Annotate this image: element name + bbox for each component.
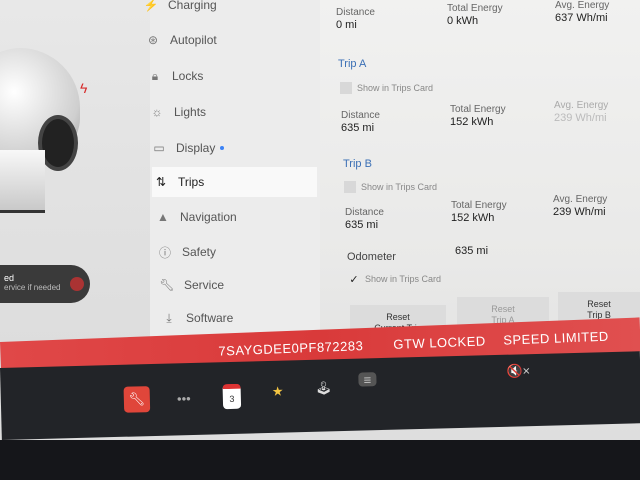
menu-item-trips[interactable]: ⇅ Trips bbox=[152, 167, 317, 197]
menu-item-safety[interactable]: ⓘ Safety bbox=[156, 237, 321, 267]
stat-value: 152 kWh bbox=[451, 212, 495, 224]
vin-text: 7SAYGDEE0PF872283 bbox=[218, 337, 364, 359]
menu-item-label: Display bbox=[176, 141, 216, 155]
trip-a-total-energy: Total Energy 152 kWh bbox=[450, 104, 506, 128]
taskbar: 🔧︎ ••• 3 ★ 🕹︎ ≡ 🔇× bbox=[0, 351, 640, 440]
trip-b-total-energy: Total Energy 152 kWh bbox=[451, 200, 507, 224]
trip-b-avg-energy: Avg. Energy 239 Wh/mi bbox=[553, 194, 607, 218]
trip-a-avg-energy: Avg. Energy 239 Wh/mi bbox=[554, 100, 608, 124]
trip-b-show-checkbox[interactable]: Show in Trips Card bbox=[344, 181, 437, 193]
menu-item-label: Trips bbox=[178, 175, 205, 189]
stat-value: 0 kWh bbox=[447, 15, 479, 27]
bezel bbox=[0, 440, 640, 480]
volume-mute-icon[interactable]: 🔇× bbox=[505, 358, 532, 385]
checkbox-label: Show in Trips Card bbox=[357, 83, 434, 93]
app-launcher-icon[interactable]: ≡ bbox=[358, 372, 377, 387]
menu-item-software[interactable]: ⤓ Software bbox=[160, 303, 325, 333]
stat-value: 239 Wh/mi bbox=[554, 112, 607, 124]
stat-label: Total Energy bbox=[450, 104, 506, 115]
stat-value: 635 mi bbox=[345, 219, 379, 231]
trip-b-title: Trip B bbox=[343, 158, 372, 170]
charge-bolt-icon: ϟ bbox=[80, 80, 88, 96]
menu-item-display[interactable]: ▭ Display bbox=[150, 133, 315, 163]
service-alert[interactable]: ed ervice if needed bbox=[0, 265, 90, 303]
menu-item-locks[interactable]: 🔒︎ Locks bbox=[146, 61, 311, 91]
menu-item-label: Navigation bbox=[180, 210, 237, 224]
checkbox-box[interactable] bbox=[340, 82, 352, 94]
toybox-icon[interactable]: ★ bbox=[264, 378, 291, 405]
stat-label: Avg. Energy bbox=[553, 194, 608, 205]
trip-a-show-checkbox[interactable]: Show in Trips Card bbox=[340, 82, 433, 94]
menu-item-label: Software bbox=[186, 311, 234, 325]
arcade-joystick-icon[interactable]: 🕹︎ bbox=[310, 375, 337, 402]
menu-item-label: Service bbox=[184, 278, 225, 292]
stat-value: 152 kWh bbox=[450, 116, 494, 128]
current-avg-energy: Avg. Energy 637 Wh/mi bbox=[555, 0, 609, 24]
bolt-icon: ⚡ bbox=[143, 0, 159, 12]
menu-item-label: Charging bbox=[168, 0, 217, 12]
menu-item-label: Lights bbox=[174, 105, 207, 119]
stat-label: Avg. Energy bbox=[554, 100, 609, 111]
checkbox-label: Show in Trips Card bbox=[365, 274, 442, 284]
menu-item-autopilot[interactable]: ⊛ Autopilot bbox=[144, 25, 309, 55]
stat-value: 635 mi bbox=[341, 122, 375, 134]
trip-b-distance: Distance 635 mi bbox=[345, 207, 384, 231]
trips-content: Distance 0 mi Total Energy 0 kWh Avg. En… bbox=[330, 0, 640, 341]
menu-item-service[interactable]: 🔧︎ Service bbox=[158, 270, 323, 300]
current-total-energy: Total Energy 0 kWh bbox=[447, 3, 503, 27]
menu-item-charging[interactable]: ⚡ Charging bbox=[142, 0, 307, 20]
stat-label: Distance bbox=[336, 7, 375, 18]
odometer-value: 635 mi bbox=[455, 245, 489, 257]
service-mode-wrench-icon[interactable]: 🔧︎ bbox=[123, 386, 151, 413]
menu-item-navigation[interactable]: ▲ Navigation bbox=[154, 202, 319, 232]
alert-dot-icon bbox=[70, 277, 84, 291]
notification-dot-icon bbox=[220, 146, 225, 150]
sun-icon: ☼ bbox=[151, 105, 163, 119]
trip-a-title: Trip A bbox=[338, 58, 367, 70]
screen: ϟ ed ervice if needed ⏮ ▶ ⏭ ⚡ Charging ⊛… bbox=[0, 0, 640, 440]
stat-label: Total Energy bbox=[447, 3, 503, 14]
safety-icon: ⓘ bbox=[158, 245, 171, 260]
stat-label: Distance bbox=[345, 207, 384, 218]
checkbox-box[interactable] bbox=[344, 181, 356, 193]
menu-item-label: Locks bbox=[172, 69, 204, 83]
menu-item-lights[interactable]: ☼ Lights bbox=[148, 97, 313, 127]
settings-menu: ⚡ Charging ⊛ Autopilot 🔒︎ Locks ☼ Lights… bbox=[144, 0, 323, 340]
stat-label: Avg. Energy bbox=[555, 0, 610, 11]
trips-icon: ⇅ bbox=[155, 175, 167, 189]
checkbox-label: Show in Trips Card bbox=[361, 182, 438, 192]
lock-icon: 🔒︎ bbox=[151, 68, 159, 83]
menu-item-label: Autopilot bbox=[170, 33, 217, 47]
speed-status-text: SPEED LIMITED bbox=[502, 328, 609, 348]
trip-a-distance: Distance 635 mi bbox=[341, 110, 380, 134]
calendar-icon[interactable]: 3 bbox=[222, 383, 242, 410]
download-icon: ⤓ bbox=[166, 310, 172, 325]
gateway-status-text: GTW LOCKED bbox=[393, 332, 486, 352]
odometer-show-checkbox[interactable]: ✓ Show in Trips Card bbox=[348, 273, 442, 286]
checkmark-icon[interactable]: ✓ bbox=[348, 273, 360, 286]
car-door bbox=[0, 150, 45, 213]
wrench-icon: 🔧︎ bbox=[159, 278, 175, 292]
navigation-icon: ▲ bbox=[157, 210, 169, 224]
stat-label: Distance bbox=[341, 110, 380, 121]
display-icon: ▭ bbox=[153, 141, 165, 155]
more-apps-icon[interactable]: ••• bbox=[171, 385, 198, 412]
current-distance: Distance 0 mi bbox=[336, 7, 375, 31]
stat-value: 0 mi bbox=[336, 19, 357, 31]
car-panel: ϟ ed ervice if needed ⏮ ▶ ⏭ bbox=[0, 0, 150, 378]
stat-value: 239 Wh/mi bbox=[553, 206, 606, 218]
menu-item-label: Safety bbox=[182, 245, 217, 259]
odometer-label: Odometer bbox=[347, 251, 396, 263]
steering-wheel-icon: ⊛ bbox=[147, 33, 159, 47]
stat-value: 637 Wh/mi bbox=[555, 12, 608, 24]
stat-label: Total Energy bbox=[451, 200, 507, 211]
